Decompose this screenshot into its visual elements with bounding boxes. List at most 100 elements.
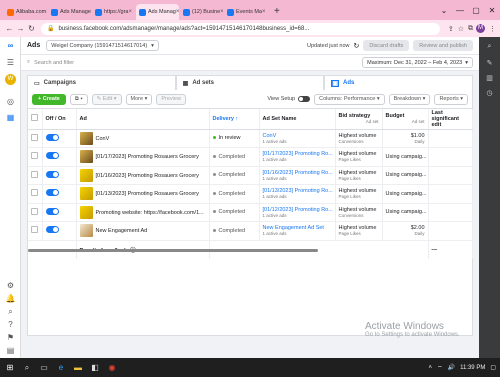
table-row[interactable]: [01/13/2023] Promoting Rosauers Grocery C…	[28, 184, 473, 204]
url-field[interactable]: 🔒 business.facebook.com/adsmanager/manag…	[41, 22, 440, 35]
close-tab-icon[interactable]: ×	[46, 9, 47, 15]
account-selector[interactable]: Weigel Company (1591471514617014) ▾	[46, 40, 159, 51]
store-icon[interactable]: ◧	[89, 362, 101, 374]
breakdown-dropdown[interactable]: Breakdown ▾	[388, 93, 431, 105]
side-history-icon[interactable]: ◷	[484, 88, 495, 99]
close-tab-icon[interactable]: ×	[176, 9, 179, 15]
ad-set-name-link[interactable]: [01/12/2023] Promoting Ro...	[263, 207, 333, 213]
tray-chevron-icon[interactable]: ˄	[428, 365, 432, 371]
browser-tab[interactable]: (12) Busine ×	[180, 4, 223, 20]
ad-on-off-toggle[interactable]	[45, 152, 59, 160]
search-icon[interactable]: ⌕	[5, 306, 16, 317]
horizontal-scrollbar[interactable]	[28, 249, 318, 252]
ad-set-name-cell[interactable]: [01/13/2023] Promoting Ro... 1 active ads	[259, 184, 336, 204]
notifications-icon[interactable]: 🔔	[5, 293, 16, 304]
side-edit-icon[interactable]: ✎	[484, 58, 495, 69]
more-button[interactable]: More ▾	[125, 93, 153, 105]
row-checkbox[interactable]	[31, 189, 38, 197]
ad-name-cell[interactable]: [01/13/2023] Promoting Rosauers Grocery	[76, 184, 210, 204]
ad-name-cell[interactable]: [01/16/2023] Promoting Rosauers Grocery	[76, 166, 210, 185]
table-row[interactable]: Promoting website: https://facebook.com/…	[28, 203, 473, 222]
extensions-icon[interactable]: ⧉	[468, 25, 473, 33]
back-icon[interactable]: ←	[4, 24, 15, 33]
view-setup-toggle[interactable]	[298, 96, 311, 102]
ad-name-cell[interactable]: Promoting website: https://facebook.com/…	[76, 203, 210, 222]
discard-drafts-button[interactable]: Discard drafts	[363, 40, 410, 51]
tab-ads[interactable]: ▣ Ads	[324, 75, 474, 90]
ad-on-off-toggle[interactable]	[45, 133, 59, 141]
reload-icon[interactable]: ↻	[26, 24, 37, 33]
tab-search-icon[interactable]: ⌄	[436, 6, 452, 15]
browser-tab[interactable]: Ads Manage ×	[48, 4, 91, 20]
col-last-edit[interactable]: Last significant edit	[428, 109, 473, 130]
ad-on-off-toggle[interactable]	[45, 189, 59, 197]
col-ad-set-name[interactable]: Ad Set Name	[259, 109, 336, 130]
dashboard-icon[interactable]: ◎	[5, 96, 16, 107]
ad-set-name-cell[interactable]: ConV 1 active ads	[259, 129, 336, 148]
table-view-icon[interactable]: ▤	[5, 345, 16, 356]
browser-tab[interactable]: Ads Manag ×	[136, 4, 179, 20]
col-bid-strategy[interactable]: Bid strategy Ad set	[335, 109, 383, 130]
ad-set-name-cell[interactable]: [01/16/2023] Promoting Ro... 1 active ads	[259, 166, 336, 185]
ad-name-cell[interactable]: ConV	[76, 129, 210, 148]
close-tab-icon[interactable]: ×	[128, 9, 132, 15]
close-tab-icon[interactable]: ×	[220, 9, 223, 15]
edit-button[interactable]: ✎ Edit ▾	[91, 93, 122, 105]
windows-start-icon[interactable]: ⊞	[4, 362, 16, 374]
network-icon[interactable]: ⌔	[437, 364, 443, 372]
help-icon[interactable]: ?	[5, 319, 16, 330]
ads-manager-icon[interactable]: ▦	[5, 112, 16, 123]
col-delivery[interactable]: Delivery ↑	[209, 109, 260, 130]
row-checkbox[interactable]	[31, 152, 38, 160]
ad-name-cell[interactable]: New Engagement Ad	[76, 221, 210, 241]
ad-name[interactable]: Promoting website: https://facebook.com/…	[96, 210, 204, 216]
meta-logo-icon[interactable]: ∞	[5, 40, 16, 51]
search-filter-input[interactable]: ⌕ Search and filter	[27, 57, 362, 68]
close-tab-icon[interactable]: ×	[262, 9, 266, 15]
search-icon[interactable]: ⌕	[21, 362, 33, 374]
table-row[interactable]: New Engagement Ad Completed New Engagement…	[28, 221, 473, 241]
ad-set-name-link[interactable]: ConV	[263, 133, 277, 139]
col-ad[interactable]: Ad	[76, 109, 210, 130]
account-avatar[interactable]: W	[5, 74, 16, 85]
new-tab-button[interactable]: +	[268, 4, 286, 20]
col-budget[interactable]: Budget Ad set	[382, 109, 429, 130]
ad-set-name-cell[interactable]: [01/17/2023] Promoting Ro... 1 active ads	[259, 147, 336, 167]
file-explorer-icon[interactable]: ▬	[72, 362, 84, 374]
ad-set-name-link[interactable]: [01/16/2023] Promoting Ro...	[263, 170, 333, 176]
row-checkbox[interactable]	[31, 133, 38, 141]
row-checkbox[interactable]	[31, 170, 38, 178]
browser-menu-icon[interactable]: ⋮	[489, 25, 496, 33]
chrome-icon[interactable]: ◉	[106, 362, 118, 374]
clock[interactable]: 11:39 PM	[460, 365, 485, 371]
ad-on-off-toggle[interactable]	[45, 170, 59, 178]
maximize-icon[interactable]: ▢	[468, 6, 484, 15]
ad-set-name-cell[interactable]: New Engagement Ad Set 1 active ads	[259, 221, 336, 241]
refresh-icon[interactable]: ↻	[353, 42, 359, 50]
row-checkbox[interactable]	[31, 226, 38, 234]
select-all-checkbox[interactable]	[31, 114, 38, 122]
profile-avatar[interactable]: M	[476, 24, 485, 33]
side-search-icon[interactable]: ⌕	[484, 41, 495, 52]
minimize-icon[interactable]: —	[452, 6, 468, 15]
bookmark-star-icon[interactable]: ☆	[458, 25, 464, 33]
date-range-picker[interactable]: Maximum: Dec 31, 2022 – Feb 4, 2023 ▾	[362, 57, 473, 68]
preview-button[interactable]: Preview	[156, 93, 186, 105]
side-chart-icon[interactable]: ▥	[484, 73, 495, 84]
table-row[interactable]: [01/16/2023] Promoting Rosauers Grocery C…	[28, 166, 473, 185]
ad-name[interactable]: [01/16/2023] Promoting Rosauers Grocery	[96, 173, 199, 179]
table-row[interactable]: ConV In review ConV 1 active ads Highest vol…	[28, 129, 473, 148]
edge-icon[interactable]: e	[55, 362, 67, 374]
task-view-icon[interactable]: ▭	[38, 362, 50, 374]
tab-campaigns[interactable]: ▭ Campaigns	[27, 75, 176, 90]
volume-icon[interactable]: 🔊	[448, 364, 455, 371]
forward-icon[interactable]: →	[15, 24, 26, 33]
reports-dropdown[interactable]: Reports ▾	[434, 93, 468, 105]
ad-name-cell[interactable]: [01/17/2023] Promoting Rosauers Grocery	[76, 147, 210, 167]
settings-icon[interactable]: ⚙	[5, 280, 16, 291]
ad-set-name-cell[interactable]: [01/12/2023] Promoting Ro... 1 active ads	[259, 203, 336, 222]
browser-tab[interactable]: Events Ma ×	[224, 4, 267, 20]
col-off-on[interactable]: Off / On	[42, 109, 77, 130]
close-window-icon[interactable]: ✕	[484, 6, 500, 15]
browser-tab[interactable]: Alibaba.com×	[4, 4, 47, 20]
